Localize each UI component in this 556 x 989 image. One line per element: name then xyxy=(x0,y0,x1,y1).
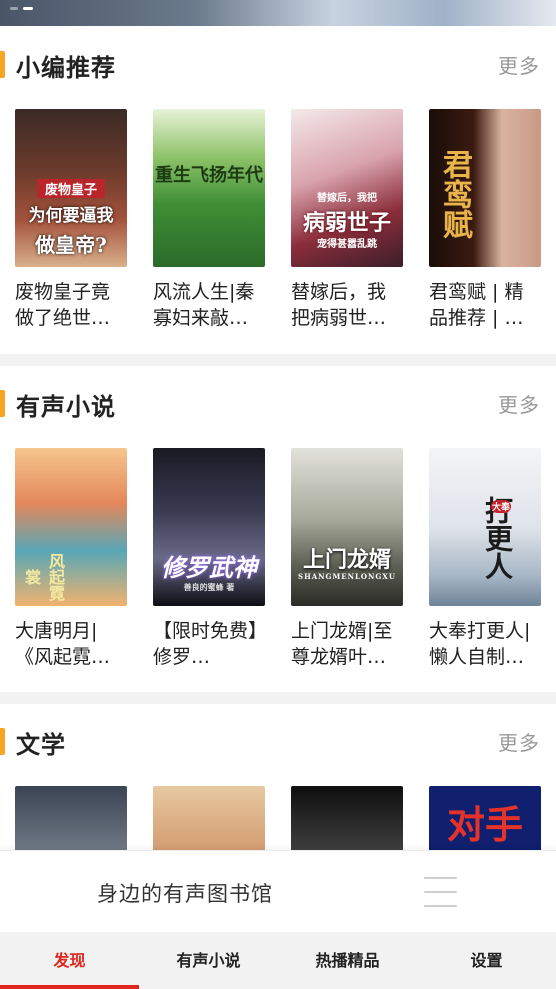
cover-title: 病弱世子 xyxy=(302,210,391,236)
book-card[interactable]: 打更人 大奉 大奉打更人|懒人自制… xyxy=(429,448,541,670)
book-title[interactable]: 替嫁后，我把病弱世… xyxy=(291,279,403,331)
book-cover[interactable]: 替嫁后，我把 病弱世子 宠得甚嚣乱跳 xyxy=(291,109,403,267)
cover-title: 废物皇子 xyxy=(37,179,105,198)
app-screen: 小编推荐 更多 废物皇子 为何要逼我 做皇帝? 废物皇子竟做了绝世… 重生飞扬年… xyxy=(0,0,556,989)
book-title[interactable]: 君鸾赋 | 精品推荐 | … xyxy=(429,279,541,331)
cover-title: 善良的蜜蜂 著 xyxy=(183,582,235,592)
cover-title: 宠得甚嚣乱跳 xyxy=(317,239,377,250)
more-link[interactable]: 更多 xyxy=(498,50,540,79)
section-header: 文学 更多 xyxy=(0,715,556,771)
cover-title: 替嫁后，我把 xyxy=(317,193,377,204)
section-header: 小编推荐 更多 xyxy=(0,38,556,94)
book-card[interactable]: 替嫁后，我把 病弱世子 宠得甚嚣乱跳 替嫁后，我把病弱世… xyxy=(291,109,403,331)
book-card[interactable]: 上门龙婿 SHANGMENLONGXU 上门龙婿|至尊龙婿叶… xyxy=(291,448,403,670)
book-title[interactable]: 大奉打更人|懒人自制… xyxy=(429,618,541,670)
player-text[interactable]: 身边的有声图书馆 xyxy=(97,878,273,908)
book-cover[interactable]: 君鸾赋 xyxy=(429,109,541,267)
cover-title: 为何要逼我 xyxy=(28,206,114,226)
cover-title: 做皇帝? xyxy=(35,233,107,257)
book-cover[interactable]: 风起霓裳 xyxy=(15,448,127,606)
section-title: 有声小说 xyxy=(16,393,116,421)
section-title: 文学 xyxy=(16,731,66,759)
book-title[interactable]: 【限时免费】修罗… xyxy=(153,618,265,670)
section-header: 有声小说 更多 xyxy=(0,377,556,433)
book-cover[interactable]: 修罗武神 善良的蜜蜂 著 xyxy=(153,448,265,606)
section-editor-picks: 小编推荐 更多 废物皇子 为何要逼我 做皇帝? 废物皇子竟做了绝世… 重生飞扬年… xyxy=(0,38,556,354)
book-title[interactable]: 大唐明月|《风起霓… xyxy=(15,618,127,670)
book-row: 风起霓裳 大唐明月|《风起霓… 修罗武神 善良的蜜蜂 著 【限时免费】修罗… 上… xyxy=(15,448,541,688)
book-card[interactable]: 风起霓裳 大唐明月|《风起霓… xyxy=(15,448,127,670)
book-card[interactable]: 重生飞扬年代 风流人生|秦寡妇来敲… xyxy=(153,109,265,331)
section-accent-bar xyxy=(0,390,5,417)
cover-title: SHANGMENLONGXU xyxy=(298,572,396,581)
list-menu-icon[interactable] xyxy=(424,877,457,907)
more-link[interactable]: 更多 xyxy=(498,389,540,418)
more-link[interactable]: 更多 xyxy=(498,727,540,756)
top-banner[interactable] xyxy=(0,0,556,26)
tab-hot-picks[interactable]: 热播精品 xyxy=(278,932,417,989)
banner-dot xyxy=(10,7,18,10)
book-title[interactable]: 上门龙婿|至尊龙婿叶… xyxy=(291,618,403,670)
cover-title: 风起霓裳 xyxy=(22,553,65,601)
tab-settings[interactable]: 设置 xyxy=(417,932,556,989)
section-title: 小编推荐 xyxy=(16,54,116,82)
book-card[interactable]: 修罗武神 善良的蜜蜂 著 【限时免费】修罗… xyxy=(153,448,265,670)
mini-player[interactable]: 身边的有声图书馆 xyxy=(0,850,556,932)
section-audio-novels: 有声小说 更多 风起霓裳 大唐明月|《风起霓… 修罗武神 善良的蜜蜂 著 【限时… xyxy=(0,366,556,692)
tab-audio-novels[interactable]: 有声小说 xyxy=(139,932,278,989)
book-card[interactable]: 废物皇子 为何要逼我 做皇帝? 废物皇子竟做了绝世… xyxy=(15,109,127,331)
section-accent-bar xyxy=(0,51,5,78)
cover-title: 对手 xyxy=(446,803,523,847)
bottom-tab-bar: 发现 有声小说 热播精品 设置 xyxy=(0,932,556,989)
book-row: 对手 xyxy=(15,786,541,944)
book-cover[interactable]: 上门龙婿 SHANGMENLONGXU xyxy=(291,448,403,606)
book-title[interactable]: 废物皇子竟做了绝世… xyxy=(15,279,127,331)
cover-title: 君鸾赋 xyxy=(437,149,472,239)
book-cover[interactable]: 废物皇子 为何要逼我 做皇帝? xyxy=(15,109,127,267)
book-card[interactable]: 君鸾赋 君鸾赋 | 精品推荐 | … xyxy=(429,109,541,331)
book-title[interactable]: 风流人生|秦寡妇来敲… xyxy=(153,279,265,331)
book-cover[interactable]: 打更人 大奉 xyxy=(429,448,541,606)
cover-title: 上门龙婿 xyxy=(302,547,391,573)
banner-indicator xyxy=(10,7,33,10)
book-row: 废物皇子 为何要逼我 做皇帝? 废物皇子竟做了绝世… 重生飞扬年代 风流人生|秦… xyxy=(15,109,541,349)
section-accent-bar xyxy=(0,728,5,755)
banner-dot-active xyxy=(23,7,33,10)
cover-title: 修罗武神 xyxy=(161,553,257,582)
tab-discover[interactable]: 发现 xyxy=(0,932,139,989)
section-literature: 文学 更多 对手 xyxy=(0,704,556,944)
book-cover[interactable]: 重生飞扬年代 xyxy=(153,109,265,267)
cover-title: 重生飞扬年代 xyxy=(155,165,263,186)
cover-badge: 大奉 xyxy=(491,500,511,513)
